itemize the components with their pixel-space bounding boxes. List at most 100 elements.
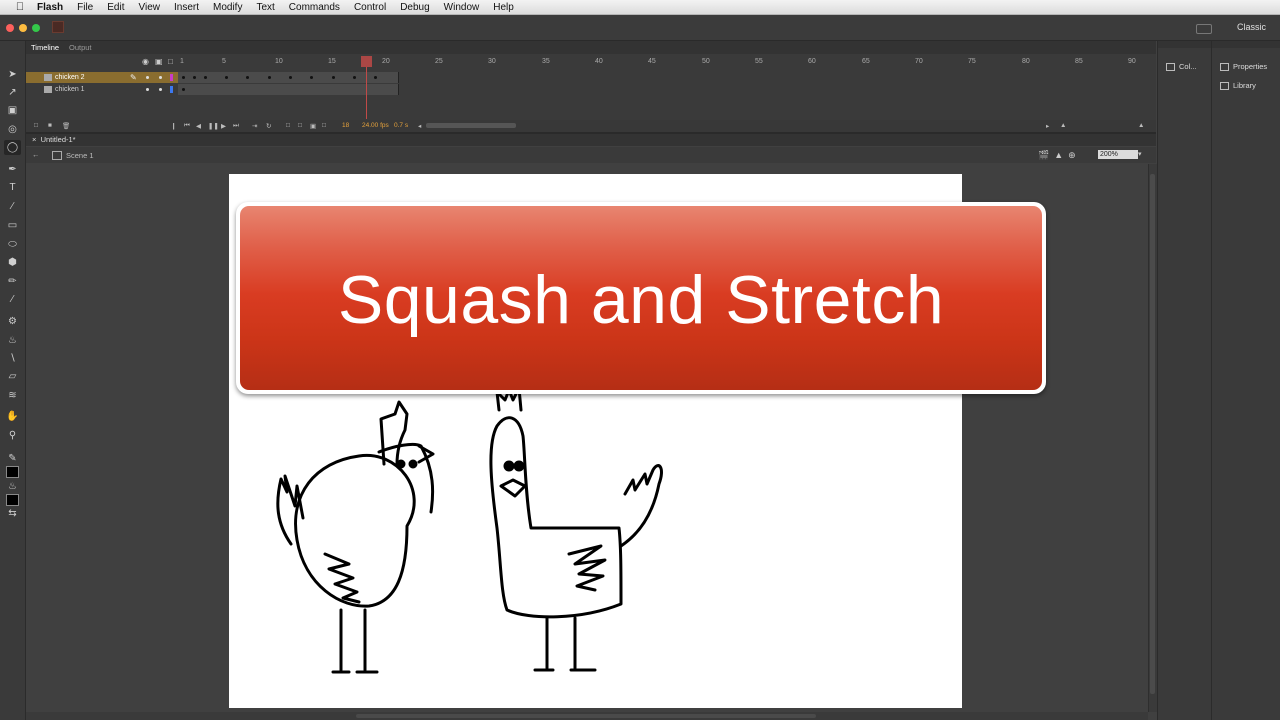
visibility-dot[interactable] [146,88,149,91]
panel-grip[interactable] [1212,41,1280,48]
color-panel-button[interactable]: Col... [1166,62,1197,71]
menu-commands[interactable]: Commands [282,2,347,13]
lasso-tool-icon[interactable]: ◯ [4,140,21,155]
paint-bucket-tool-icon[interactable]: ♨ [4,333,21,348]
first-frame-icon[interactable]: ❙ [171,122,176,130]
layer-name[interactable]: chicken 1 [55,86,85,93]
frames-area[interactable] [178,69,1148,95]
keyframe[interactable] [193,76,196,79]
zoom-out-frames-icon[interactable]: ▲ [1060,122,1066,129]
frame-rate[interactable]: 24.00 fps [362,122,389,129]
keyframe[interactable] [289,76,292,79]
show-hide-icon[interactable]: ◉ [142,57,149,66]
pencil-tool-icon[interactable]: ✏ [4,274,21,289]
stroke-color-icon[interactable]: ✎ [4,451,21,466]
scrollbar-thumb[interactable] [1150,174,1155,694]
menu-edit[interactable]: Edit [100,2,131,13]
edit-symbols-icon[interactable]: ▲ [1054,150,1063,160]
workspace-switcher[interactable]: Classic [1237,22,1266,32]
chevron-down-icon[interactable]: ▾ [1138,150,1142,158]
tab-timeline[interactable]: Timeline [31,43,59,52]
polystar-tool-icon[interactable]: ⬢ [4,255,21,270]
layer-row[interactable]: chicken 1 [26,84,178,95]
properties-panel-button[interactable]: Properties [1220,62,1267,71]
eraser-tool-icon[interactable]: ▱ [4,369,21,384]
window-zoom-button[interactable] [32,24,40,32]
step-forward-icon[interactable]: ▶ [221,122,226,130]
keyframe[interactable] [332,76,335,79]
free-transform-tool-icon[interactable]: ▣ [4,103,21,118]
brush-tool-icon[interactable]: ⁄ [4,292,21,307]
modify-markers-icon[interactable]: □ [322,122,326,129]
menu-file[interactable]: File [70,2,100,13]
scroll-left-icon[interactable]: ◂ [418,122,421,130]
layer-row[interactable]: chicken 2 ✎ [26,72,178,83]
tab-output[interactable]: Output [69,43,92,52]
bone-tool-icon[interactable]: ⚙ [4,314,21,329]
zoom-in-frames-icon[interactable]: ▲ [1138,122,1144,129]
lock-icon[interactable]: ▣ [155,57,163,66]
fill-color-swatch[interactable] [6,494,19,506]
new-layer-icon[interactable]: □ [34,122,38,129]
window-close-button[interactable] [6,24,14,32]
scroll-right-icon[interactable]: ▸ [1046,122,1049,130]
text-tool-icon[interactable]: T [4,180,21,195]
timeline-scrollbar[interactable] [426,123,516,128]
line-tool-icon[interactable]: ∕ [4,199,21,214]
library-panel-button[interactable]: Library [1220,81,1256,90]
keyframe[interactable] [374,76,377,79]
keyframe[interactable] [268,76,271,79]
menu-window[interactable]: Window [437,2,487,13]
go-to-start-icon[interactable]: ⏮ [184,122,190,130]
elapsed-time[interactable]: 0.7 s [394,122,408,129]
layer-name[interactable]: chicken 2 [55,74,85,81]
window-minimize-button[interactable] [19,24,27,32]
scrollbar-thumb[interactable] [356,714,816,718]
keyframe[interactable] [182,76,185,79]
menu-text[interactable]: Text [249,2,281,13]
vertical-scrollbar[interactable] [1148,164,1157,712]
step-back-icon[interactable]: ◀ [196,122,201,130]
apple-icon[interactable]:  [13,1,27,13]
lock-dot[interactable] [159,76,162,79]
outline-icon[interactable]: □ [168,57,173,66]
keyframe[interactable] [182,88,185,91]
center-stage-icon[interactable]: ⊕ [1068,150,1076,160]
keyframe[interactable] [225,76,228,79]
keyframe[interactable] [310,76,313,79]
subselection-tool-icon[interactable]: ↗ [4,85,21,100]
keyframe[interactable] [246,76,249,79]
loop-icon[interactable]: ↻ [266,122,271,130]
menu-debug[interactable]: Debug [393,2,436,13]
horizontal-scrollbar[interactable] [26,712,1148,720]
frame-ruler[interactable]: 1 5 10 15 20 25 30 35 40 45 50 55 60 65 … [178,56,1148,67]
keyframe[interactable] [204,76,207,79]
menu-control[interactable]: Control [347,2,393,13]
scene-label[interactable]: Scene 1 [66,151,94,160]
eyedropper-tool-icon[interactable]: ∖ [4,351,21,366]
menu-help[interactable]: Help [486,2,521,13]
hand-tool-icon[interactable]: ✋ [4,409,21,424]
playhead[interactable] [361,56,372,67]
menu-insert[interactable]: Insert [167,2,206,13]
rectangle-tool-icon[interactable]: ▭ [4,218,21,233]
3d-rotation-tool-icon[interactable]: ◎ [4,122,21,137]
panel-grip[interactable] [1158,41,1211,48]
layer-outline-color[interactable] [170,74,173,81]
visibility-dot[interactable] [146,76,149,79]
menu-modify[interactable]: Modify [206,2,249,13]
keyframe[interactable] [353,76,356,79]
zoom-field[interactable]: 200% [1098,150,1138,159]
lock-dot[interactable] [159,88,162,91]
oval-tool-icon[interactable]: ⬭ [4,237,21,252]
onion-outline-icon[interactable]: □ [298,122,302,129]
fill-color-icon[interactable]: ♨ [4,479,21,494]
delete-layer-icon[interactable]: 🗑 [62,122,70,130]
stroke-color-swatch[interactable] [6,466,19,478]
document-tab[interactable]: × Untitled-1* [32,135,76,144]
edit-scene-icon[interactable]: 🎬 [1038,150,1049,160]
pen-tool-icon[interactable]: ✒ [4,162,21,177]
back-arrow-icon[interactable]: ← [32,150,40,159]
zoom-tool-icon[interactable]: ⚲ [4,428,21,443]
go-to-end-icon[interactable]: ⏭ [233,122,239,130]
